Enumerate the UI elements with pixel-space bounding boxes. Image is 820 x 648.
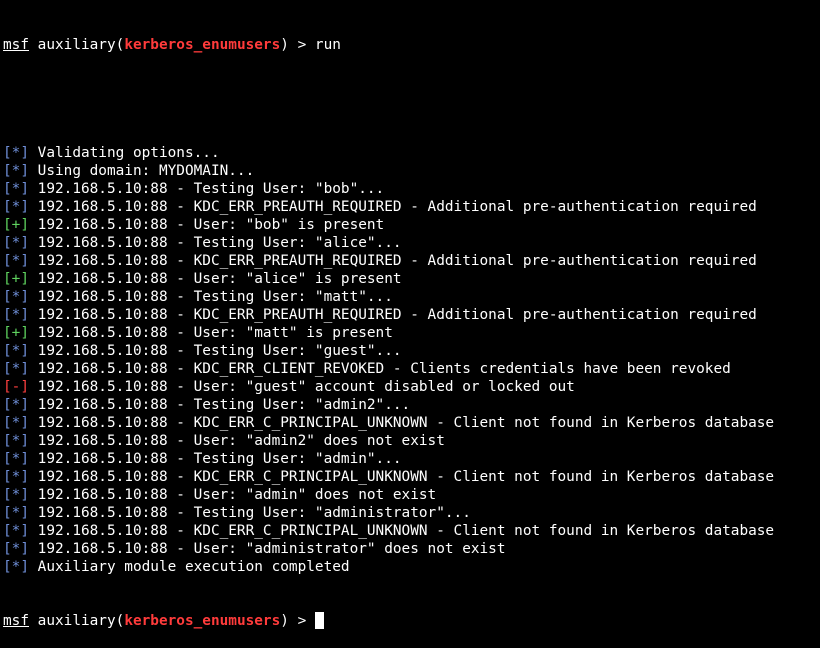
prompt-line-current[interactable]: msf auxiliary(kerberos_enumusers) > [3, 612, 820, 630]
status-tag: [*] [3, 505, 29, 521]
output-line: [*] 192.168.5.10:88 - Testing User: "ali… [3, 234, 820, 252]
output-text: 192.168.5.10:88 - User: "admin" does not… [29, 487, 437, 503]
output-text: 192.168.5.10:88 - Testing User: "bob"... [29, 181, 385, 197]
output-line: [*] Using domain: MYDOMAIN... [3, 162, 820, 180]
output-text: 192.168.5.10:88 - Testing User: "guest".… [29, 343, 402, 359]
status-tag: [*] [3, 199, 29, 215]
output-line: [*] 192.168.5.10:88 - User: "admin2" doe… [3, 432, 820, 450]
output-text: 192.168.5.10:88 - Testing User: "admin2"… [29, 397, 411, 413]
output-text: 192.168.5.10:88 - Testing User: "alice".… [29, 235, 402, 251]
output-line: [*] 192.168.5.10:88 - KDC_ERR_PREAUTH_RE… [3, 252, 820, 270]
output-text: 192.168.5.10:88 - User: "bob" is present [29, 217, 385, 233]
output-line: [+] 192.168.5.10:88 - User: "matt" is pr… [3, 324, 820, 342]
output-line: [*] 192.168.5.10:88 - Testing User: "bob… [3, 180, 820, 198]
terminal-window[interactable]: msf auxiliary(kerberos_enumusers) > run … [0, 0, 820, 629]
output-line: [*] 192.168.5.10:88 - User: "admin" does… [3, 486, 820, 504]
output-text: 192.168.5.10:88 - User: "guest" account … [29, 379, 575, 395]
status-tag: [*] [3, 559, 29, 575]
output-text: 192.168.5.10:88 - KDC_ERR_PREAUTH_REQUIR… [29, 307, 757, 323]
output-text: 192.168.5.10:88 - User: "matt" is presen… [29, 325, 393, 341]
output-text: Validating options... [29, 145, 220, 161]
prompt-module-name: kerberos_enumusers [124, 613, 281, 629]
output-line: [+] 192.168.5.10:88 - User: "alice" is p… [3, 270, 820, 288]
output-text: 192.168.5.10:88 - KDC_ERR_C_PRINCIPAL_UN… [29, 415, 775, 431]
entered-command: run [314, 37, 341, 53]
status-tag: [*] [3, 289, 29, 305]
prompt-close: ) > [280, 613, 315, 629]
status-tag: [*] [3, 361, 29, 377]
status-tag: [+] [3, 325, 29, 341]
output-line: [+] 192.168.5.10:88 - User: "bob" is pre… [3, 216, 820, 234]
prompt-auxiliary-open: auxiliary( [29, 37, 125, 53]
output-line: [*] 192.168.5.10:88 - KDC_ERR_C_PRINCIPA… [3, 414, 820, 432]
msf-prompt-label: msf [3, 613, 29, 629]
output-text: 192.168.5.10:88 - Testing User: "adminis… [29, 505, 471, 521]
output-line: [*] 192.168.5.10:88 - KDC_ERR_C_PRINCIPA… [3, 522, 820, 540]
output-text: 192.168.5.10:88 - KDC_ERR_PREAUTH_REQUIR… [29, 253, 757, 269]
status-tag: [*] [3, 433, 29, 449]
status-tag: [*] [3, 181, 29, 197]
output-line: [*] Validating options... [3, 144, 820, 162]
status-tag: [*] [3, 469, 29, 485]
output-line: [*] 192.168.5.10:88 - Testing User: "mat… [3, 288, 820, 306]
output-text: Using domain: MYDOMAIN... [29, 163, 255, 179]
output-text: 192.168.5.10:88 - User: "alice" is prese… [29, 271, 402, 287]
status-tag: [*] [3, 235, 29, 251]
prompt-line-run: msf auxiliary(kerberos_enumusers) > run [3, 36, 820, 54]
status-tag: [+] [3, 217, 29, 233]
status-tag: [*] [3, 163, 29, 179]
output-text: 192.168.5.10:88 - KDC_ERR_PREAUTH_REQUIR… [29, 199, 757, 215]
text-cursor[interactable] [314, 612, 324, 629]
output-line: [*] 192.168.5.10:88 - KDC_ERR_CLIENT_REV… [3, 360, 820, 378]
status-tag: [*] [3, 523, 29, 539]
output-text: 192.168.5.10:88 - Testing User: "matt"..… [29, 289, 393, 305]
output-text: 192.168.5.10:88 - KDC_ERR_C_PRINCIPAL_UN… [29, 469, 775, 485]
output-text: Auxiliary module execution completed [29, 559, 350, 575]
output-line: [*] 192.168.5.10:88 - KDC_ERR_C_PRINCIPA… [3, 468, 820, 486]
status-tag: [+] [3, 271, 29, 287]
output-line: [*] 192.168.5.10:88 - User: "administrat… [3, 540, 820, 558]
output-line: [*] Auxiliary module execution completed [3, 558, 820, 576]
output-text: 192.168.5.10:88 - User: "administrator" … [29, 541, 506, 557]
command-output: [*] Validating options... [*] Using domai… [3, 144, 820, 576]
output-text: 192.168.5.10:88 - User: "admin2" does no… [29, 433, 445, 449]
prompt-close: ) > [280, 37, 315, 53]
prompt-auxiliary-open: auxiliary( [29, 613, 125, 629]
prompt-module-name: kerberos_enumusers [124, 37, 281, 53]
status-tag: [*] [3, 253, 29, 269]
msf-prompt-label: msf [3, 37, 29, 53]
status-tag: [*] [3, 487, 29, 503]
status-tag: [*] [3, 415, 29, 431]
status-tag: [*] [3, 307, 29, 323]
output-text: 192.168.5.10:88 - Testing User: "admin".… [29, 451, 402, 467]
status-tag: [-] [3, 379, 29, 395]
output-text: 192.168.5.10:88 - KDC_ERR_C_PRINCIPAL_UN… [29, 523, 775, 539]
output-line: [*] 192.168.5.10:88 - KDC_ERR_PREAUTH_RE… [3, 306, 820, 324]
status-tag: [*] [3, 397, 29, 413]
output-line: [*] 192.168.5.10:88 - Testing User: "adm… [3, 450, 820, 468]
status-tag: [*] [3, 145, 29, 161]
output-text: 192.168.5.10:88 - KDC_ERR_CLIENT_REVOKED… [29, 361, 731, 377]
status-tag: [*] [3, 343, 29, 359]
output-line: [*] 192.168.5.10:88 - KDC_ERR_PREAUTH_RE… [3, 198, 820, 216]
output-line: [*] 192.168.5.10:88 - Testing User: "adm… [3, 504, 820, 522]
output-line: [*] 192.168.5.10:88 - Testing User: "adm… [3, 396, 820, 414]
status-tag: [*] [3, 541, 29, 557]
output-line: [*] 192.168.5.10:88 - Testing User: "gue… [3, 342, 820, 360]
output-line: [-] 192.168.5.10:88 - User: "guest" acco… [3, 378, 820, 396]
status-tag: [*] [3, 451, 29, 467]
